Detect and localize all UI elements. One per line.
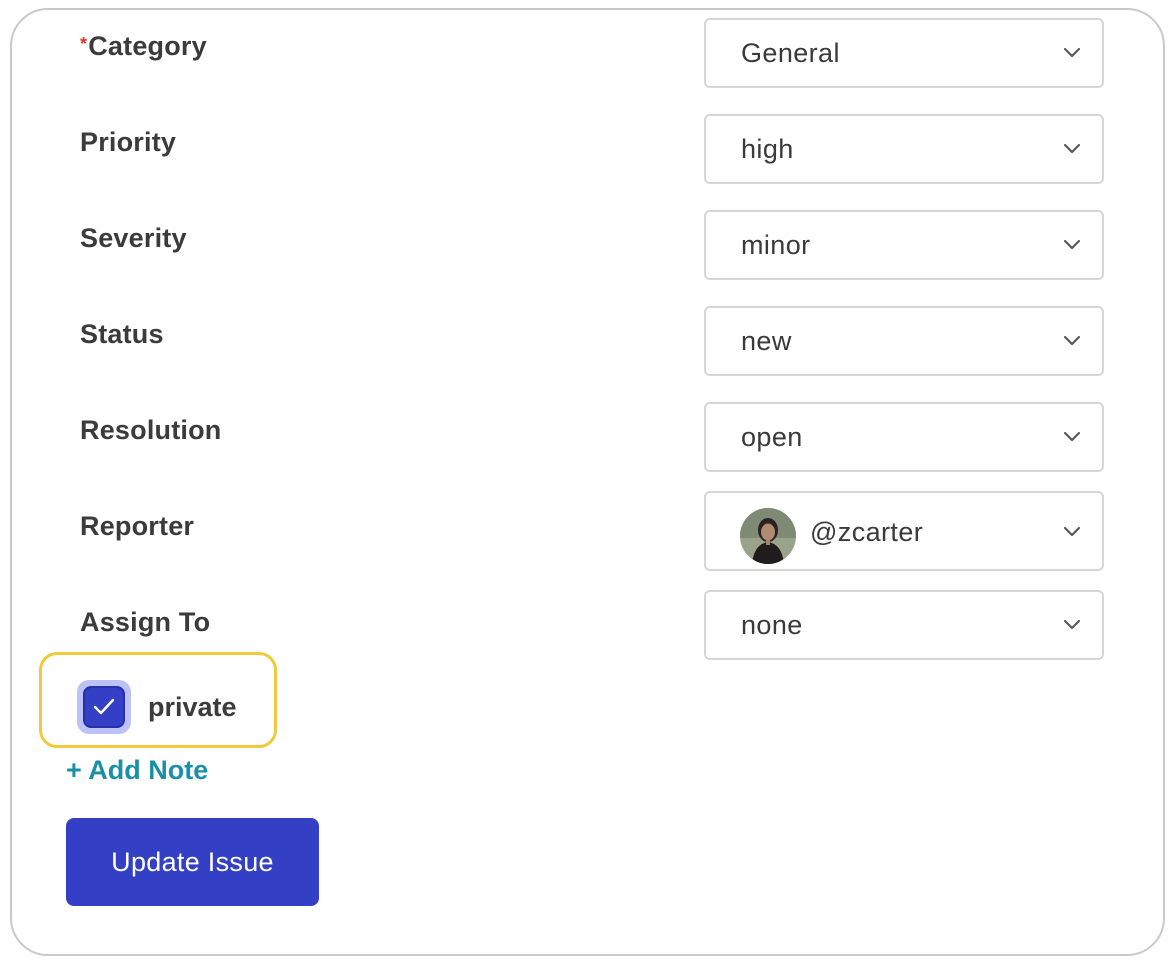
private-label[interactable]: private: [148, 691, 237, 723]
severity-select[interactable]: minor: [704, 210, 1104, 280]
issue-edit-form: *Category General Priority high Severity…: [10, 8, 1165, 956]
severity-value: minor: [741, 230, 811, 260]
assign-to-label: Assign To: [80, 607, 211, 637]
required-marker: *: [80, 34, 88, 54]
reporter-label: Reporter: [80, 511, 195, 541]
priority-select[interactable]: high: [704, 114, 1104, 184]
priority-value: high: [741, 134, 794, 164]
category-label: *Category: [80, 31, 207, 61]
status-label: Status: [80, 319, 164, 349]
chevron-down-icon: [1063, 619, 1081, 630]
reporter-value: @zcarter: [810, 517, 924, 547]
resolution-label: Resolution: [80, 415, 222, 445]
chevron-down-icon: [1063, 239, 1081, 250]
reporter-select[interactable]: @zcarter: [704, 491, 1104, 571]
severity-label: Severity: [80, 223, 187, 253]
chevron-down-icon: [1063, 47, 1081, 58]
user-avatar: [740, 508, 796, 564]
add-note-link[interactable]: + Add Note: [66, 754, 208, 786]
category-select[interactable]: General: [704, 18, 1104, 88]
priority-label: Priority: [80, 127, 177, 157]
resolution-select[interactable]: open: [704, 402, 1104, 472]
chevron-down-icon: [1063, 526, 1081, 537]
private-option: private: [39, 652, 277, 748]
chevron-down-icon: [1063, 431, 1081, 442]
status-value: new: [741, 326, 792, 356]
private-checkbox[interactable]: [77, 680, 131, 734]
chevron-down-icon: [1063, 335, 1081, 346]
assign-to-select[interactable]: none: [704, 590, 1104, 660]
category-value: General: [741, 38, 840, 68]
checkmark-icon: [93, 698, 115, 715]
chevron-down-icon: [1063, 143, 1081, 154]
status-select[interactable]: new: [704, 306, 1104, 376]
resolution-value: open: [741, 422, 803, 452]
update-issue-button[interactable]: Update Issue: [66, 818, 319, 906]
assign-to-value: none: [741, 610, 803, 640]
